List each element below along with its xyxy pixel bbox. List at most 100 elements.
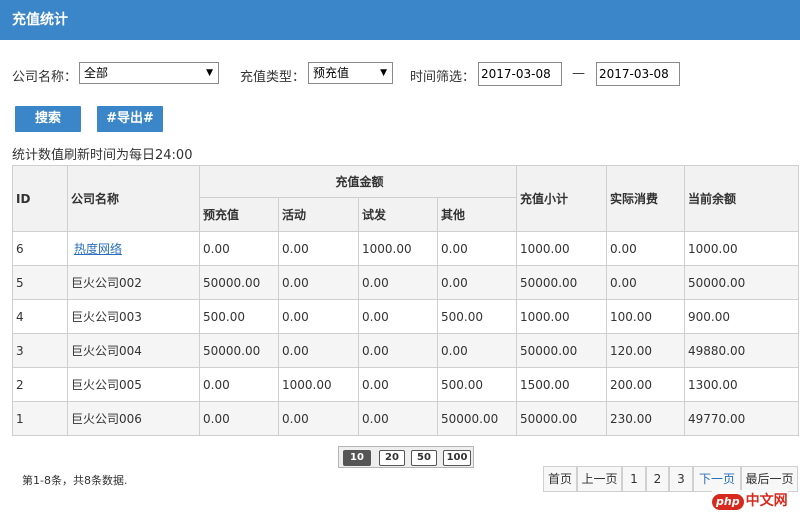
cell-trial: 1000.00: [358, 231, 438, 266]
cell-balance: 1300.00: [684, 367, 800, 402]
page-title: 充值统计: [12, 12, 68, 28]
cell-actual: 100.00: [606, 299, 686, 334]
table-row: 1 巨火公司006 0.00 0.00 0.00 50000.00 50000.…: [12, 401, 800, 436]
cell-actual: 200.00: [606, 367, 686, 402]
company-select-value: 全部: [84, 66, 109, 80]
cell-actual: 120.00: [606, 333, 686, 368]
cell-trial: 0.00: [358, 299, 438, 334]
table-row: 3 巨火公司004 50000.00 0.00 0.00 0.00 50000.…: [12, 333, 800, 368]
table-row: 5 巨火公司002 50000.00 0.00 0.00 0.00 50000.…: [12, 265, 800, 300]
cell-other: 0.00: [436, 333, 518, 368]
page-size-option[interactable]: 10: [343, 450, 371, 466]
col-header-trial: 试发: [358, 197, 438, 232]
recharge-stats-table: ID 公司名称 充值金额 充值小计 实际消费 当前余额 预充值 活动 试发 其他…: [12, 165, 800, 436]
col-header-other: 其他: [436, 197, 518, 232]
page-size-option[interactable]: 100: [443, 450, 471, 466]
type-filter-label: 充值类型：: [240, 70, 306, 85]
pager-page-1[interactable]: 1: [622, 466, 646, 492]
page-size-option[interactable]: 50: [411, 450, 437, 466]
cell-company: 巨火公司004: [67, 333, 200, 368]
table-row: 2 巨火公司005 0.00 1000.00 0.00 500.00 1500.…: [12, 367, 800, 402]
cell-other: 500.00: [436, 367, 518, 402]
col-header-prepaid: 预充值: [199, 197, 279, 232]
cell-trial: 0.00: [358, 367, 438, 402]
cell-subtotal: 1000.00: [516, 231, 608, 266]
cell-prepaid: 0.00: [199, 367, 279, 402]
date-from-input[interactable]: 2017-03-08: [478, 62, 562, 86]
cell-actual: 0.00: [606, 265, 686, 300]
cell-activity: 0.00: [278, 265, 359, 300]
company-link[interactable]: 热度网络: [71, 242, 122, 256]
cell-prepaid: 50000.00: [199, 265, 279, 300]
cell-actual: 230.00: [606, 401, 686, 436]
type-select[interactable]: 预充值 ▼: [308, 62, 393, 84]
export-button[interactable]: #导出#: [97, 106, 163, 132]
date-to-input[interactable]: 2017-03-08: [596, 62, 680, 86]
cell-id: 1: [12, 401, 68, 436]
pager-page-3[interactable]: 3: [669, 466, 693, 492]
watermark-badge: php: [712, 494, 744, 510]
cell-prepaid: 50000.00: [199, 333, 279, 368]
dropdown-arrow-icon: ▼: [380, 68, 387, 78]
page-size-selector: 10 20 50 100: [338, 446, 474, 468]
cell-balance: 1000.00: [684, 231, 800, 266]
cell-company: 巨火公司002: [67, 265, 200, 300]
pager-page-2[interactable]: 2: [646, 466, 669, 492]
cell-activity: 0.00: [278, 333, 359, 368]
cell-prepaid: 0.00: [199, 231, 279, 266]
cell-other: 0.00: [436, 265, 518, 300]
pager-prev[interactable]: 上一页: [577, 466, 622, 492]
cell-prepaid: 0.00: [199, 401, 279, 436]
col-header-company: 公司名称: [67, 165, 200, 232]
cell-balance: 50000.00: [684, 265, 800, 300]
pager-last[interactable]: 最后一页: [741, 466, 798, 492]
cell-id: 4: [12, 299, 68, 334]
cell-actual: 0.00: [606, 231, 686, 266]
cell-company: 巨火公司005: [67, 367, 200, 402]
cell-activity: 0.00: [278, 231, 359, 266]
cell-balance: 49770.00: [684, 401, 800, 436]
col-header-actual: 实际消费: [606, 165, 686, 232]
cell-trial: 0.00: [358, 265, 438, 300]
record-summary: 第1-8条，共8条数据.: [22, 474, 128, 487]
pager-first[interactable]: 首页: [543, 466, 577, 492]
page-title-bar: 充值统计: [0, 0, 800, 40]
cell-id: 5: [12, 265, 68, 300]
col-header-id: ID: [12, 165, 68, 232]
date-separator: —: [572, 66, 585, 81]
company-select[interactable]: 全部 ▼: [79, 62, 219, 84]
pager-next[interactable]: 下一页: [693, 466, 741, 492]
cell-company: 巨火公司003: [67, 299, 200, 334]
search-button[interactable]: 搜索: [15, 106, 81, 132]
cell-subtotal: 50000.00: [516, 265, 608, 300]
table-row: 4 巨火公司003 500.00 0.00 0.00 500.00 1000.0…: [12, 299, 800, 334]
filter-bar: 公司名称： 全部 ▼ 充值类型： 预充值 ▼ 时间筛选： 2017-03-08 …: [12, 62, 792, 86]
page-size-option[interactable]: 20: [379, 450, 405, 466]
col-header-balance: 当前余额: [684, 165, 800, 232]
cell-subtotal: 50000.00: [516, 333, 608, 368]
cell-balance: 49880.00: [684, 333, 800, 368]
cell-prepaid: 500.00: [199, 299, 279, 334]
cell-trial: 0.00: [358, 401, 438, 436]
cell-other: 50000.00: [436, 401, 518, 436]
cell-subtotal: 50000.00: [516, 401, 608, 436]
cell-trial: 0.00: [358, 333, 438, 368]
cell-company: 热度网络: [67, 231, 200, 266]
col-header-activity: 活动: [278, 197, 359, 232]
cell-activity: 0.00: [278, 299, 359, 334]
dropdown-arrow-icon: ▼: [206, 68, 213, 78]
cell-company: 巨火公司006: [67, 401, 200, 436]
col-header-subtotal: 充值小计: [516, 165, 608, 232]
cell-other: 0.00: [436, 231, 518, 266]
type-select-value: 预充值: [313, 66, 350, 80]
cell-id: 2: [12, 367, 68, 402]
cell-activity: 1000.00: [278, 367, 359, 402]
refresh-note: 统计数值刷新时间为每日24:00: [12, 148, 193, 163]
cell-id: 3: [12, 333, 68, 368]
cell-id: 6: [12, 231, 68, 266]
cell-other: 500.00: [436, 299, 518, 334]
cell-activity: 0.00: [278, 401, 359, 436]
cell-subtotal: 1000.00: [516, 299, 608, 334]
cell-balance: 900.00: [684, 299, 800, 334]
table-row: 6 热度网络 0.00 0.00 1000.00 0.00 1000.00 0.…: [12, 231, 800, 266]
